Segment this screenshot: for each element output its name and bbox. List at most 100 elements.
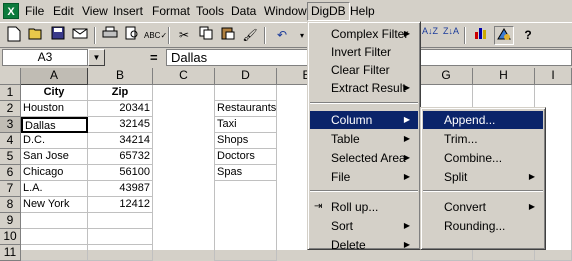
cell-b5[interactable]: 65732 [88,149,153,165]
menu-item-rounding[interactable]: Rounding... [423,217,543,235]
column-header-h[interactable]: H [473,68,535,85]
toolbar-separator [464,27,466,44]
copy-icon[interactable] [196,26,216,45]
open-icon[interactable] [26,26,46,45]
column-header-d[interactable]: D [215,68,277,85]
name-box-dropdown-icon[interactable]: ▼ [88,49,105,66]
row-header-7[interactable]: 7 [0,181,21,197]
cell-a7[interactable]: L.A. [21,181,88,197]
column-header-g[interactable]: G [420,68,473,85]
menu-help[interactable]: Help [347,3,378,20]
menu-item-sort[interactable]: Sort ▶ [310,217,418,235]
menu-format[interactable]: Format [149,3,193,20]
help-icon[interactable]: ? [518,26,538,45]
cell-b7[interactable]: 43987 [88,181,153,197]
cell-b4[interactable]: 34214 [88,133,153,149]
menu-item-clear-filter[interactable]: Clear Filter [310,61,418,79]
cell-b1[interactable]: Zip [88,85,153,101]
menu-item-selected-area[interactable]: Selected Area ▶ [310,149,418,167]
menu-item-roll-up[interactable]: ⇥ Roll up... [310,198,418,216]
menu-tools[interactable]: Tools [193,3,227,20]
menu-digdb[interactable]: DigDB [307,2,350,21]
row-header-10[interactable]: 10 [0,229,21,245]
cell-a8[interactable]: New York [21,197,88,213]
format-painter-icon[interactable]: 🖌 [240,26,260,45]
chart-wizard-icon[interactable] [471,26,491,45]
cell-d1[interactable] [215,85,277,101]
row-header-1[interactable]: 1 [0,85,21,101]
row-header-2[interactable]: 2 [0,101,21,117]
menu-window[interactable]: Window [261,3,310,20]
menu-item-complex-filter[interactable]: Complex Filter ▶ [310,25,418,43]
sort-descending-icon[interactable]: Z↓A [441,26,461,45]
cell-a11[interactable] [21,245,88,261]
row-header-9[interactable]: 9 [0,213,21,229]
cell-d2[interactable]: Restaurants [215,101,277,117]
menu-item-append[interactable]: Append... [423,111,543,129]
cell-a10[interactable] [21,229,88,245]
cell-a4[interactable]: D.C. [21,133,88,149]
save-icon[interactable] [48,26,68,45]
paste-icon[interactable] [218,26,238,45]
print-preview-icon[interactable] [122,26,142,45]
menu-item-combine[interactable]: Combine... [423,149,543,167]
row-header-11[interactable]: 11 [0,245,21,261]
cell-a5[interactable]: San Jose [21,149,88,165]
cell-a2[interactable]: Houston [21,101,88,117]
cell-b11[interactable] [88,245,153,261]
column-header-i[interactable]: I [535,68,572,85]
menu-item-extract-result[interactable]: Extract Result ▶ [310,79,418,97]
menu-edit[interactable]: Edit [50,3,77,20]
menu-item-file[interactable]: File ▶ [310,168,418,186]
cell-b6[interactable]: 56100 [88,165,153,181]
menu-item-convert[interactable]: Convert ▶ [423,198,543,216]
cell-d5[interactable]: Doctors [215,149,277,165]
column-header-c[interactable]: C [153,68,215,85]
column-header-a[interactable]: A [21,68,88,85]
row-header-5[interactable]: 5 [0,149,21,165]
row-header-4[interactable]: 4 [0,133,21,149]
menu-insert[interactable]: Insert [110,3,146,20]
cell-b2[interactable]: 20341 [88,101,153,117]
toolbar-separator [264,27,266,44]
menu-file[interactable]: File [22,3,47,20]
cell-d6[interactable]: Spas [215,165,277,181]
submenu-arrow-icon: ▶ [403,240,410,249]
select-all-corner[interactable] [0,68,21,85]
menu-data[interactable]: Data [228,3,259,20]
cut-icon[interactable]: ✂ [174,26,194,45]
print-icon[interactable] [100,26,120,45]
drawing-icon[interactable] [494,26,514,45]
menu-item-delete[interactable]: Delete ▶ [310,236,418,254]
menu-item-table[interactable]: Table ▶ [310,130,418,148]
menu-item-trim[interactable]: Trim... [423,130,543,148]
cell-b9[interactable] [88,213,153,229]
cell-b10[interactable] [88,229,153,245]
menu-item-split[interactable]: Split ▶ [423,168,543,186]
menu-separator [310,190,418,192]
cell-a3-active[interactable]: Dallas [21,117,88,133]
menu-item-invert-filter[interactable]: Invert Filter [310,43,418,61]
column-header-b[interactable]: B [88,68,153,85]
new-icon[interactable] [4,26,24,45]
cell-b3[interactable]: 32145 [88,117,153,133]
cell-b8[interactable]: 12412 [88,197,153,213]
row-header-6[interactable]: 6 [0,165,21,181]
cell-d4[interactable]: Shops [215,133,277,149]
cell-a9[interactable] [21,213,88,229]
name-box[interactable]: A3 [2,49,88,66]
sort-ascending-icon[interactable]: A↓Z [420,26,440,45]
column-d-empty-cells[interactable] [215,181,277,261]
row-header-3[interactable]: 3 [0,117,21,133]
excel-icon[interactable]: X [3,3,19,19]
menu-view[interactable]: View [79,3,111,20]
cell-d3[interactable]: Taxi [215,117,277,133]
email-icon[interactable] [70,26,90,45]
cell-a1[interactable]: City [21,85,88,101]
undo-icon[interactable]: ↶ [272,26,292,45]
cell-a6[interactable]: Chicago [21,165,88,181]
row-header-8[interactable]: 8 [0,197,21,213]
spell-check-icon[interactable]: ABC✓ [144,26,167,45]
menu-item-column[interactable]: Column ▶ [310,111,418,129]
column-c-cells[interactable] [153,85,215,261]
